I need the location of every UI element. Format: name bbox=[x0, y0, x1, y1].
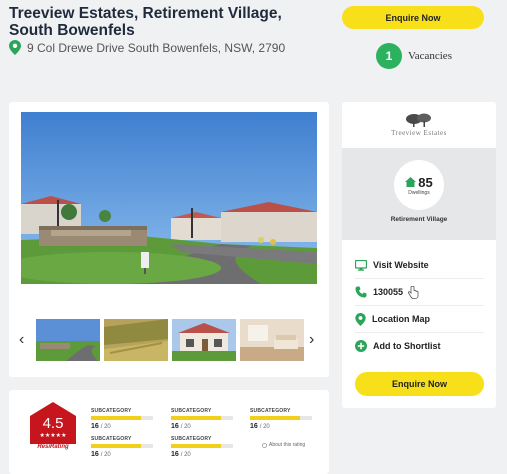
subcategory-bar bbox=[171, 416, 233, 420]
subcategory-bar bbox=[250, 416, 312, 420]
dwellings-label: Dwellings bbox=[408, 189, 430, 196]
logo-text: Treeview Estates bbox=[391, 129, 447, 137]
subcategory-out-of: / 20 bbox=[180, 452, 191, 458]
main-photo[interactable] bbox=[21, 112, 317, 284]
subcategory-4: SUBCATEGORY 16 / 20 bbox=[91, 436, 157, 458]
location-map-label: Location Map bbox=[372, 314, 430, 324]
subcategory-score: 16 bbox=[91, 451, 99, 458]
village-entrance-image bbox=[21, 112, 317, 284]
subcategory-out-of: / 20 bbox=[100, 424, 111, 430]
stats-band: 85 Dwellings Retirement Village bbox=[342, 148, 496, 240]
listing-header: Treeview Estates, Retirement Village, So… bbox=[0, 0, 507, 92]
enquire-now-side-button[interactable]: Enquire Now bbox=[355, 372, 484, 396]
gallery-prev-arrow[interactable]: ‹ bbox=[19, 331, 24, 349]
subcategory-bar-fill bbox=[171, 416, 221, 420]
subcategory-label: SUBCATEGORY bbox=[91, 408, 132, 414]
info-icon bbox=[262, 442, 267, 448]
phone-link[interactable]: 130055 bbox=[355, 279, 484, 306]
add-to-shortlist-label: Add to Shortlist bbox=[373, 341, 441, 351]
rating-stars: ★★★★★ bbox=[39, 433, 67, 439]
village-logo: Treeview Estates bbox=[342, 102, 496, 148]
village-type: Retirement Village bbox=[390, 216, 448, 223]
gallery-next-arrow[interactable]: › bbox=[309, 331, 314, 349]
thumbnail-2[interactable] bbox=[104, 319, 168, 361]
subcategory-bar-fill bbox=[91, 444, 141, 448]
monitor-icon bbox=[355, 259, 367, 271]
subcategory-score: 16 bbox=[91, 423, 99, 430]
rating-card: 4.5 ★★★★★ ResiRating SUBCATEGORY 16 / 20… bbox=[9, 390, 329, 474]
treeview-logo-icon bbox=[406, 113, 431, 127]
address-text: 9 Col Drewe Drive South Bowenfels, NSW, … bbox=[27, 40, 286, 55]
subcategory-label: SUBCATEGORY bbox=[250, 408, 291, 414]
photo-gallery: ‹ › bbox=[9, 102, 329, 377]
subcategory-1: SUBCATEGORY 16 / 20 bbox=[91, 408, 157, 430]
vacancy-count: 1 bbox=[376, 43, 402, 69]
village-info-card: Treeview Estates 85 Dwellings Retirement… bbox=[342, 102, 496, 408]
rating-label: ResiRating bbox=[37, 444, 69, 450]
subcategory-score: 16 bbox=[250, 423, 258, 430]
resirating-badge: 4.5 ★★★★★ ResiRating bbox=[30, 402, 76, 458]
subcategory-bar-fill bbox=[171, 444, 221, 448]
subcategory-bar bbox=[91, 444, 153, 448]
subcategory-out-of: / 20 bbox=[180, 424, 191, 430]
vacancies-indicator: 1 Vacancies bbox=[376, 43, 452, 69]
thumbnail-villa-exterior bbox=[172, 319, 236, 361]
about-rating-label: About this rating bbox=[269, 442, 306, 448]
rating-value: 4.5 bbox=[42, 415, 64, 432]
dwellings-count: 85 bbox=[418, 174, 433, 190]
subcategory-3: SUBCATEGORY 16 / 20 bbox=[250, 408, 316, 430]
phone-label: 130055 bbox=[373, 287, 404, 297]
subcategory-out-of: / 20 bbox=[259, 424, 270, 430]
about-rating-link[interactable]: About this rating bbox=[262, 442, 305, 448]
subcategory-label: SUBCATEGORY bbox=[171, 408, 212, 414]
subcategory-2: SUBCATEGORY 16 / 20 bbox=[171, 408, 237, 430]
thumbnail-3[interactable] bbox=[172, 319, 236, 361]
listing-title: Treeview Estates, Retirement Village, So… bbox=[9, 5, 282, 39]
thumbnail-1[interactable] bbox=[36, 319, 100, 361]
thumbnail-4[interactable] bbox=[240, 319, 304, 361]
listing-address: 9 Col Drewe Drive South Bowenfels, NSW, … bbox=[9, 40, 285, 55]
hand-cursor-icon bbox=[408, 285, 419, 299]
visit-website-label: Visit Website bbox=[373, 260, 429, 270]
map-pin-icon bbox=[355, 312, 366, 326]
subcategory-bar bbox=[171, 444, 233, 448]
thumbnail-interior-room bbox=[240, 319, 304, 361]
plus-circle-icon bbox=[355, 340, 367, 352]
thumbnail-grass-field bbox=[104, 319, 168, 361]
enquire-now-button[interactable]: Enquire Now bbox=[342, 6, 484, 29]
subcategory-out-of: / 20 bbox=[100, 452, 111, 458]
thumbnail-village-entrance bbox=[36, 319, 100, 361]
vacancy-label: Vacancies bbox=[408, 50, 452, 62]
visit-website-link[interactable]: Visit Website bbox=[355, 252, 484, 279]
phone-icon bbox=[355, 286, 367, 298]
subcategory-bar-fill bbox=[250, 416, 300, 420]
house-icon bbox=[405, 177, 417, 187]
location-map-link[interactable]: Location Map bbox=[355, 306, 484, 333]
subcategory-bar-fill bbox=[91, 416, 141, 420]
subcategory-5: SUBCATEGORY 16 / 20 bbox=[171, 436, 237, 458]
subcategory-bar bbox=[91, 416, 153, 420]
subcategory-label: SUBCATEGORY bbox=[91, 436, 132, 442]
subcategory-score: 16 bbox=[171, 451, 179, 458]
subcategory-label: SUBCATEGORY bbox=[171, 436, 212, 442]
add-to-shortlist-link[interactable]: Add to Shortlist bbox=[355, 333, 484, 359]
subcategory-score: 16 bbox=[171, 423, 179, 430]
dwellings-stat: 85 Dwellings bbox=[394, 160, 444, 210]
map-pin-icon bbox=[9, 40, 21, 55]
